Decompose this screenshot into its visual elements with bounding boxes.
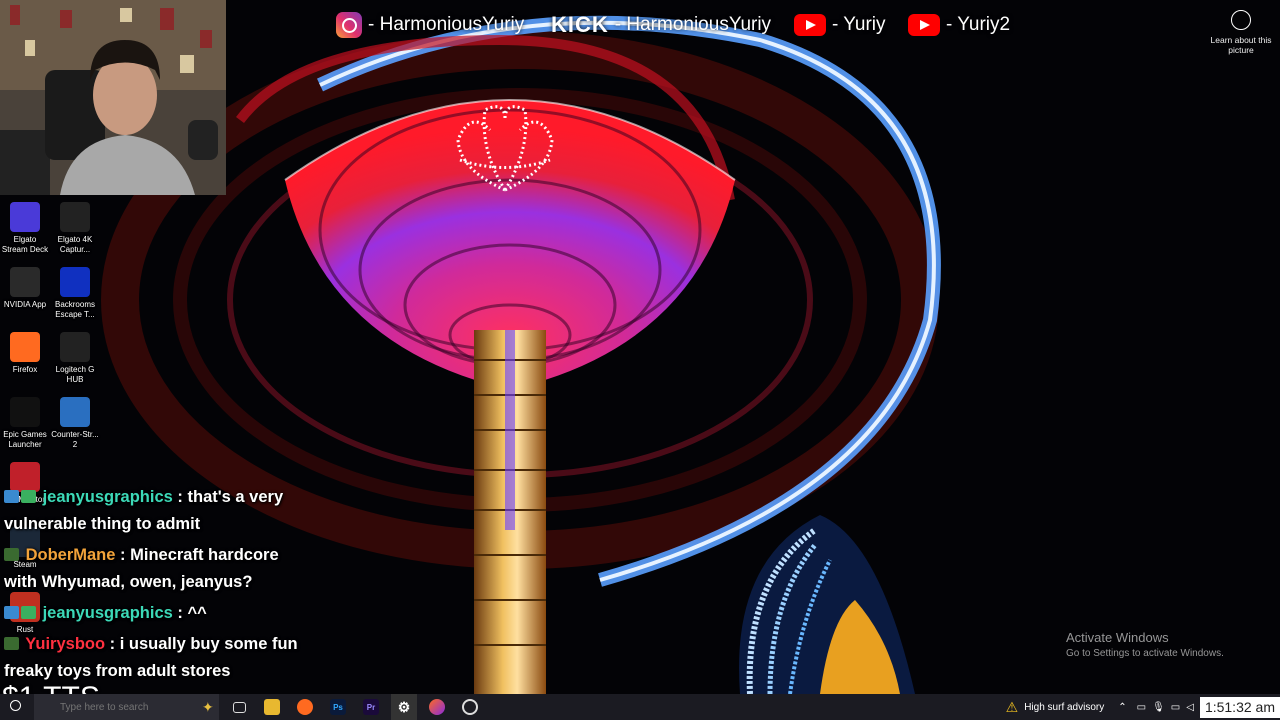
- file-explorer-button[interactable]: [259, 694, 285, 720]
- nvidia-icon: [10, 267, 40, 297]
- chat-message: jeanyusgraphics : that's a very vulnerab…: [4, 484, 304, 538]
- badge-icon: [4, 490, 19, 503]
- chat-username: DoberMane: [25, 546, 116, 564]
- counter-strike-icon: [60, 397, 90, 427]
- youtube-icon: [794, 14, 826, 36]
- desktop-icon[interactable]: NVIDIA App: [0, 267, 50, 310]
- volume-icon[interactable]: ◁: [1186, 702, 1194, 713]
- desktop-icon-label: Epic Games Launcher: [3, 430, 47, 449]
- file-explorer-icon: [264, 699, 280, 715]
- firefox-taskbar-button[interactable]: [292, 694, 318, 720]
- firefox-icon: [297, 699, 313, 715]
- task-view-button[interactable]: [226, 694, 252, 720]
- instagram-icon: [336, 12, 362, 38]
- kick-handle: KICK - HarmoniousYuriy: [551, 12, 772, 37]
- chat-message: DoberMane : Minecraft hardcore with Whyu…: [4, 542, 304, 596]
- desktop-icon-label: Firefox: [12, 365, 38, 374]
- desktop-icon-label: Elgato 4K Captur...: [57, 235, 93, 254]
- search-icon: [10, 700, 21, 711]
- badge-icon: [4, 606, 19, 619]
- desktop-icon[interactable]: Counter-Str... 2: [50, 397, 100, 450]
- search-highlight-icon: ✦: [202, 698, 214, 715]
- desktop-icon-label: NVIDIA App: [3, 300, 47, 309]
- activate-windows-watermark: Activate Windows Go to Settings to activ…: [1066, 630, 1224, 659]
- elgato-4k-icon: [60, 202, 90, 232]
- desktop-icon[interactable]: Logitech G HUB: [50, 332, 100, 385]
- firefox-dev-taskbar-button[interactable]: [424, 694, 450, 720]
- chrome-icon: [462, 699, 478, 715]
- settings-icon: ⚙: [397, 698, 411, 715]
- chat-username: Yuirysboo: [25, 635, 106, 653]
- desktop-icon[interactable]: Elgato Stream Deck: [0, 202, 50, 255]
- backrooms-icon: [60, 267, 90, 297]
- kick-icon: KICK: [551, 12, 609, 37]
- weather-text[interactable]: High surf advisory: [1024, 702, 1104, 713]
- desktop-icon[interactable]: Backrooms Escape T...: [50, 267, 100, 320]
- taskbar-search[interactable]: ✦: [10, 694, 219, 720]
- epic-games-icon: [10, 397, 40, 427]
- display-icon[interactable]: ▭: [1171, 702, 1180, 713]
- learn-about-picture-button[interactable]: Learn about this picture: [1210, 8, 1272, 55]
- chevron-up-icon[interactable]: ⌃: [1118, 702, 1126, 713]
- youtube-icon: [908, 14, 940, 36]
- logitech-icon: [60, 332, 90, 362]
- chat-message: Yuirysboo : i usually buy some fun freak…: [4, 631, 304, 685]
- taskbar: ✦ Ps Pr ⚙ ⚠ High surf advisory ⌃ ▭ 🎙 ▭ ◁…: [0, 694, 1280, 720]
- chat-message: jeanyusgraphics : ^^: [4, 600, 304, 627]
- clock[interactable]: 1:51:32 am: [1199, 696, 1280, 718]
- premiere-taskbar-button[interactable]: Pr: [358, 694, 384, 720]
- search-input[interactable]: [58, 700, 202, 714]
- webcam-overlay: [0, 0, 226, 195]
- task-view-icon: [232, 701, 246, 713]
- badge-icon: [21, 606, 36, 619]
- desktop-icon-label: Counter-Str... 2: [51, 430, 99, 449]
- desktop-icon[interactable]: Epic Games Launcher: [0, 397, 50, 450]
- desktop-icon[interactable]: Firefox: [0, 332, 50, 375]
- desktop-icon-label: Backrooms Escape T...: [54, 300, 95, 319]
- chat-overlay: jeanyusgraphics : that's a very vulnerab…: [4, 484, 304, 689]
- settings-taskbar-button[interactable]: ⚙: [391, 694, 417, 720]
- chat-text: : ^^: [172, 604, 207, 622]
- photoshop-icon: Ps: [330, 699, 346, 715]
- firefox-icon: [10, 332, 40, 362]
- photoshop-taskbar-button[interactable]: Ps: [325, 694, 351, 720]
- youtube2-handle: - Yuriy2: [908, 10, 1010, 40]
- microphone-icon[interactable]: 🎙: [1152, 702, 1165, 713]
- instagram-handle: - HarmoniousYuriy: [336, 10, 524, 40]
- desktop-icon[interactable]: Elgato 4K Captur...: [50, 202, 100, 255]
- youtube-handle: - Yuriy: [794, 10, 886, 40]
- warning-icon: ⚠: [1005, 698, 1019, 715]
- badge-icon: [21, 490, 36, 503]
- desktop-icon-label: Logitech G HUB: [55, 365, 95, 384]
- premiere-icon: Pr: [363, 699, 379, 715]
- camera-lens-icon: [1231, 10, 1251, 30]
- system-tray: ⚠ High surf advisory ⌃ ▭ 🎙 ▭ ◁ 1:51:32 a…: [1006, 694, 1280, 720]
- badge-icon: [4, 548, 19, 561]
- desktop-icon-label: Elgato Stream Deck: [1, 235, 49, 254]
- chat-username: jeanyusgraphics: [42, 604, 173, 622]
- firefox-icon: [429, 699, 445, 715]
- chat-username: jeanyusgraphics: [42, 488, 173, 506]
- obs-taskbar-button[interactable]: [457, 694, 483, 720]
- stream-deck-icon: [10, 202, 40, 232]
- badge-icon: [4, 637, 19, 650]
- network-icon[interactable]: ▭: [1137, 702, 1146, 713]
